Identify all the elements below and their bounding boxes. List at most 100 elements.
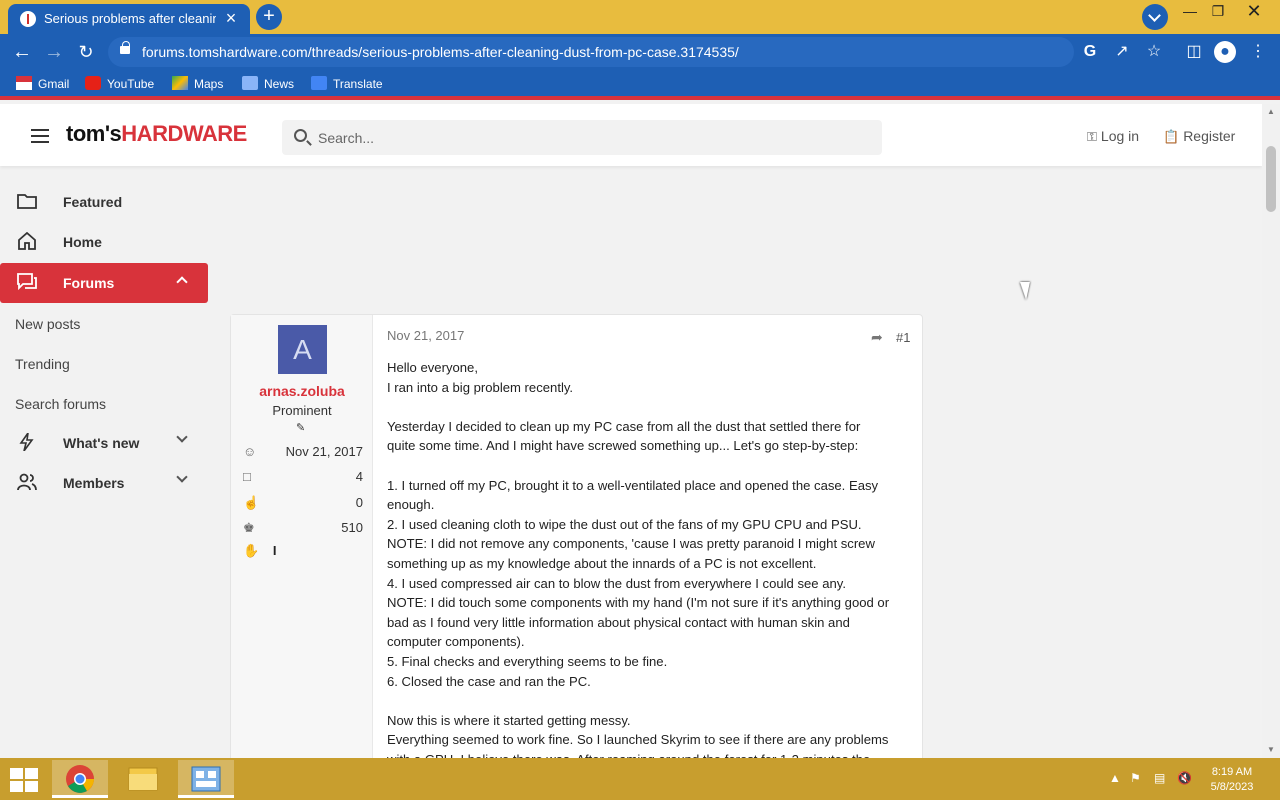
post-text-line [387,397,915,417]
post-text-line: 1. I turned off my PC, brought it to a w… [387,477,879,493]
new-tab-button[interactable]: + [256,4,282,30]
stat-value: 4 [355,469,363,484]
hamburger-menu-icon[interactable] [31,129,49,143]
post-text-line: computer components). [387,634,525,650]
post-user-info: A arnas.zoluba Prominent ✎ ☺ Nov 21, 201… [231,315,373,758]
post-text-line: with a GPU. I believe there was. After r… [387,750,915,758]
bookmark-gmail[interactable]: Gmail [16,76,69,94]
taskbar-clock[interactable]: 8:19 AM 5/8/2023 [1206,765,1258,795]
show-hidden-icons-icon[interactable]: ▲ [1109,771,1121,785]
sidebar-item-whats-new[interactable]: What's new [0,423,208,463]
post-message: Hello everyone, I ran into a big problem … [387,358,915,758]
post-text-line: NOTE: I did not remove any components, '… [387,536,875,552]
badge-hand-icon[interactable]: ✋ [243,543,259,558]
badge-cursor-icon[interactable]: I [273,543,277,558]
forums-icon [17,273,37,291]
profile-avatar-icon[interactable]: ● [1214,41,1236,63]
volume-muted-icon[interactable]: 🔇 [1177,771,1192,785]
scrollbar-thumb[interactable] [1266,146,1276,212]
login-link[interactable]: ⚿ Log in [1087,128,1139,145]
url-text[interactable]: forums.tomshardware.com/threads/serious-… [142,44,739,60]
lock-icon[interactable] [120,41,130,54]
sidebar-item-members[interactable]: Members [0,463,208,503]
username-link[interactable]: arnas.zoluba [231,383,373,399]
post-text-line: 5. Final checks and everything seems to … [387,653,668,669]
tab-search-button[interactable] [1142,4,1168,30]
user-title: Prominent [272,403,332,418]
page-scrollbar[interactable]: ▲ ▼ [1262,104,1280,758]
clock-time: 8:19 AM [1211,766,1253,778]
menu-kebab-icon[interactable]: ⋮ [1246,40,1270,64]
bookmark-news[interactable]: News [242,76,294,94]
bookmark-translate[interactable]: Translate [311,76,383,94]
sidebar-item-forums[interactable]: Forums [0,263,208,303]
chevron-down-icon[interactable] [176,471,188,483]
chevron-up-icon[interactable] [176,276,188,288]
sidebar-item-home[interactable]: Home [0,222,208,262]
stat-points: ♚ 510 [241,519,363,539]
close-tab-icon[interactable]: × [220,7,242,29]
scroll-up-arrow-icon[interactable]: ▲ [1267,107,1275,116]
post-text-line: 2. I used cleaning cloth to wipe the dus… [387,516,862,532]
restore-button[interactable]: ❐ [1198,0,1238,26]
tab-title: Serious problems after cleaning d [44,11,216,26]
chevron-down-icon[interactable] [176,431,188,443]
scroll-down-arrow-icon[interactable]: ▼ [1267,745,1275,754]
sidebar-label: Forums [63,275,115,291]
stat-value: 510 [341,520,363,535]
user-icon: ☺ [243,444,257,459]
action-center-flag-icon[interactable]: ⚑ [1130,771,1141,785]
sidebar-item-featured[interactable]: Featured [0,182,208,222]
reload-button[interactable]: ↻ [72,38,100,66]
gmail-icon [16,76,32,90]
bookmark-star-icon[interactable]: ☆ [1142,40,1166,64]
sidebar-sub-new-posts[interactable]: New posts [15,316,80,332]
post-text-line: NOTE: I did touch some components with m… [387,595,890,611]
chrome-taskbar-icon[interactable] [52,760,108,798]
site-header: tom'sHARDWARE Search... ⚿ Log in 📋 Registe… [0,104,1262,166]
bookmark-youtube[interactable]: YouTube [85,76,154,94]
file-explorer-taskbar-icon[interactable] [115,760,171,798]
browser-tab[interactable]: Serious problems after cleaning d × [8,4,250,34]
post-number[interactable]: #1 [896,330,910,345]
share-icon[interactable]: ↗ [1110,40,1134,64]
avatar[interactable]: A [278,325,327,374]
bookmark-label: Translate [333,77,383,91]
post-text-line: Yesterday I decided to clean up my PC ca… [387,418,861,434]
sidebar-sub-trending[interactable]: Trending [15,356,70,372]
trophy-icon: ♚ [243,520,255,535]
search-icon [294,129,307,142]
thumbs-up-icon: ☝ [243,495,260,510]
post-date[interactable]: Nov 21, 2017 [387,328,464,343]
network-icon[interactable]: ▤ [1154,771,1165,785]
sidebar-sub-search-forums[interactable]: Search forums [15,396,106,412]
bookmark-maps[interactable]: Maps [172,76,223,94]
register-link[interactable]: 📋 Register [1163,128,1235,145]
key-icon: ⚿ [1087,129,1097,144]
close-window-button[interactable]: ✕ [1234,0,1274,26]
bookmarks-bar: Gmail YouTube Maps News Translate [0,70,1280,100]
side-panel-icon[interactable]: ◫ [1182,40,1206,64]
search-input[interactable]: Search... [282,120,882,155]
login-label: Log in [1100,128,1140,144]
back-button[interactable]: ← [8,38,36,66]
browser-toolbar: ← → ↻ forums.tomshardware.com/threads/se… [0,34,1280,70]
news-icon [242,76,258,90]
share-icon[interactable]: ➦ [871,329,883,346]
stat-value: 0 [355,495,363,510]
windows-start-icon[interactable] [10,768,40,792]
site-logo[interactable]: tom'sHARDWARE [66,121,247,147]
control-panel-taskbar-icon[interactable] [178,760,234,798]
tab-strip: Serious problems after cleaning d × + — … [0,0,1280,34]
logo-part-2: HARDWARE [121,121,247,146]
bookmark-label: News [264,77,295,91]
post-text-line: Hello everyone, [387,360,478,375]
mouse-cursor-icon [1016,282,1030,300]
sidebar-label: Members [63,475,125,491]
forward-button[interactable]: → [40,38,68,66]
address-bar[interactable]: forums.tomshardware.com/threads/serious-… [108,37,1074,67]
google-lens-icon[interactable]: G [1078,40,1102,64]
clipboard-icon: 📋 [1163,129,1180,144]
stat-messages: □ 4 [241,468,363,488]
post-text-line: bad as I found very little information a… [387,614,850,630]
